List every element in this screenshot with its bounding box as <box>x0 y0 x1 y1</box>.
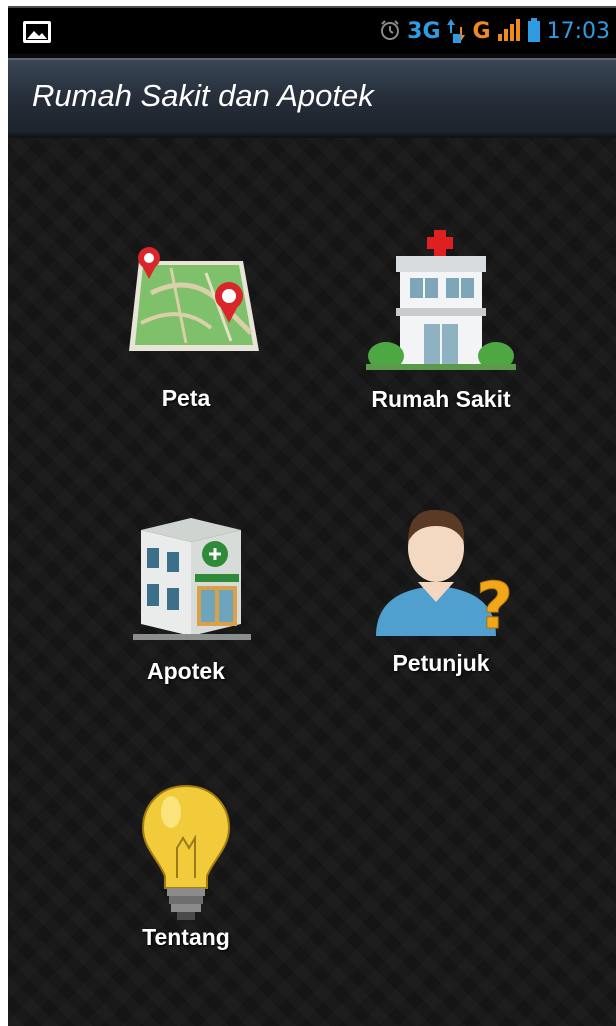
menu-label-peta: Peta <box>161 385 211 411</box>
signal-icon <box>497 18 521 46</box>
status-bar: 3G G 17:03 <box>8 6 616 54</box>
status-icons: 3G G 17:03 <box>379 16 610 48</box>
image-notification-icon <box>22 20 52 44</box>
battery-icon <box>527 18 541 46</box>
help-person-icon: ? <box>366 498 516 648</box>
menu-label-tentang: Tentang <box>142 924 230 950</box>
data-transfer-icon <box>446 17 467 47</box>
svg-text:?: ? <box>476 570 513 644</box>
menu-item-rumah-sakit[interactable]: Rumah Sakit <box>331 228 551 438</box>
map-icon <box>111 233 261 383</box>
action-bar: Rumah Sakit dan Apotek <box>8 58 616 138</box>
lightbulb-icon <box>111 778 261 928</box>
menu-item-petunjuk[interactable]: ? Petunjuk <box>331 498 551 708</box>
menu-label-petunjuk: Petunjuk <box>392 650 490 676</box>
network-3g-label: 3G <box>407 19 441 44</box>
page-title: Rumah Sakit dan Apotek <box>32 78 374 113</box>
network-g-label: G <box>472 19 491 44</box>
hospital-icon <box>366 228 516 378</box>
menu-label-apotek: Apotek <box>147 658 225 684</box>
menu-item-apotek[interactable]: Apotek <box>76 508 296 718</box>
menu-label-rumah-sakit: Rumah Sakit <box>371 386 511 412</box>
menu-grid: Peta Rumah Sakit Apotek ? Petunjuk Tenta… <box>8 138 616 1026</box>
clock-time: 17:03 <box>546 19 610 44</box>
pharmacy-icon <box>111 508 261 658</box>
menu-item-peta[interactable]: Peta <box>76 233 296 443</box>
menu-item-tentang[interactable]: Tentang <box>76 778 296 988</box>
phone-screen: 3G G 17:03 Rumah Sakit dan Apotek Peta R… <box>8 6 616 1026</box>
alarm-icon <box>379 19 401 45</box>
